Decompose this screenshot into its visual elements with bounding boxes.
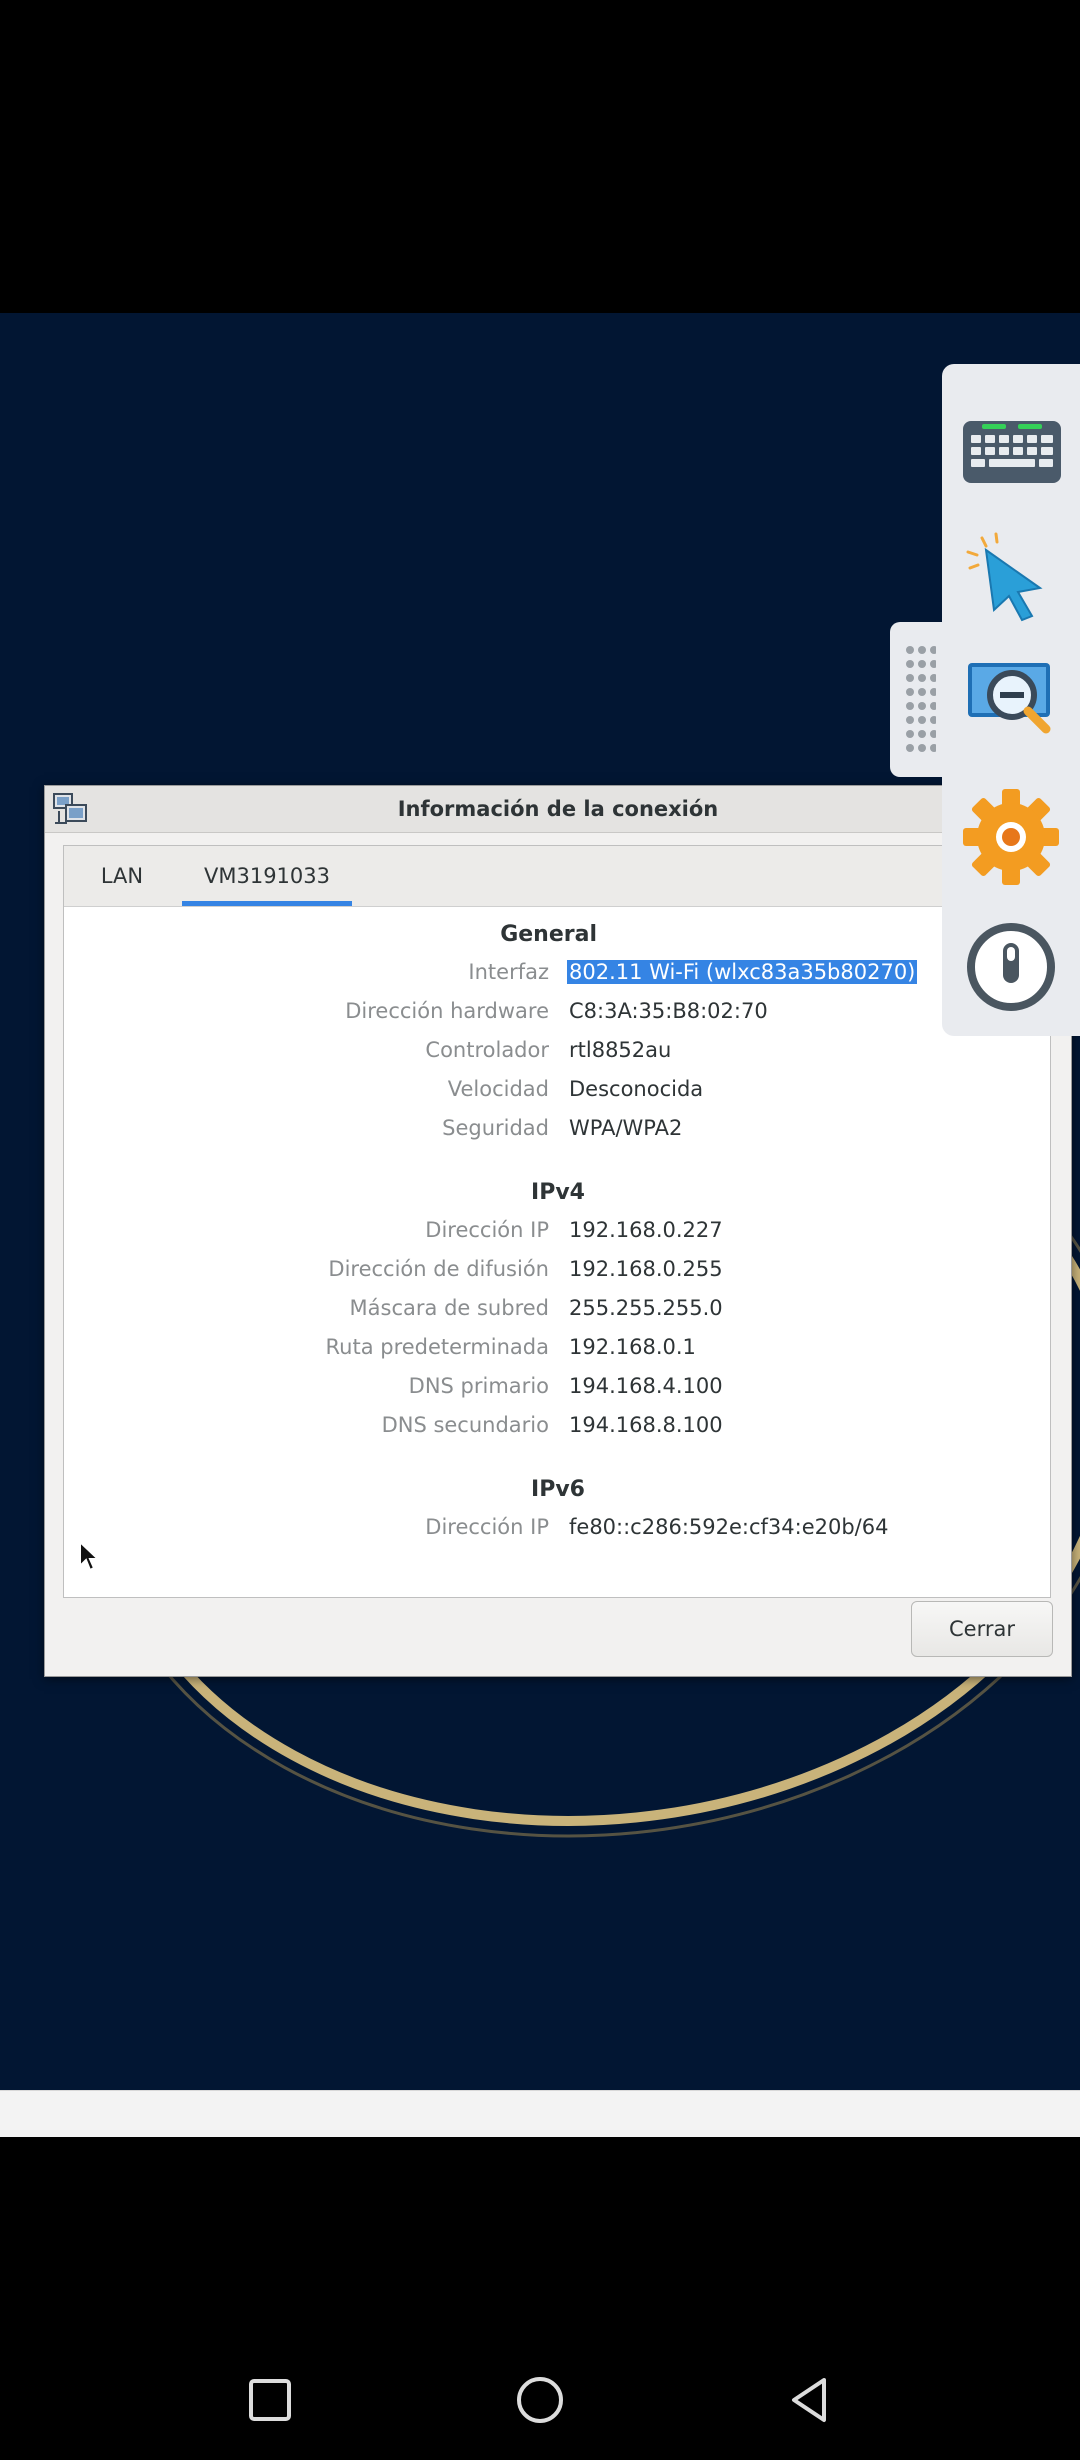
detail-value[interactable]: 194.168.8.100	[569, 1413, 723, 1437]
zoom-out-icon	[968, 663, 1051, 734]
desktop-bottom-strip	[0, 2090, 1080, 2137]
keyboard-button[interactable]	[942, 389, 1080, 509]
detail-row: Dirección IP fe80::c286:592e:cf34:e20b/6…	[64, 1515, 1050, 1551]
detail-value[interactable]: rtl8852au	[569, 1038, 671, 1062]
interface-value[interactable]: 802.11 Wi-Fi (wlxc83a35b80270)	[567, 960, 918, 984]
connection-notebook: LAN VM3191033 General Interfaz 802.11 Wi…	[63, 845, 1051, 1598]
detail-value[interactable]: 255.255.255.0	[569, 1296, 723, 1320]
detail-label: DNS secundario	[381, 1413, 549, 1437]
square-icon	[249, 2379, 291, 2421]
detail-label: DNS primario	[408, 1374, 549, 1398]
settings-gear-icon	[963, 789, 1059, 885]
detail-label: Seguridad	[442, 1116, 549, 1140]
floating-toolbar	[942, 364, 1080, 1036]
settings-button[interactable]	[942, 777, 1080, 897]
detail-label: Ruta predeterminada	[325, 1335, 550, 1359]
detail-row: Ruta predeterminada 192.168.0.1	[64, 1335, 1050, 1371]
detail-label: Dirección IP	[425, 1515, 549, 1539]
detail-row: DNS secundario 194.168.8.100	[64, 1413, 1050, 1449]
detail-value[interactable]: fe80::c286:592e:cf34:e20b/64	[569, 1515, 888, 1539]
dialog-title: Información de la conexión	[397, 797, 719, 821]
detail-value[interactable]: 194.168.4.100	[569, 1374, 723, 1398]
back-button[interactable]	[778, 2368, 842, 2432]
tab-lan[interactable]: LAN	[78, 846, 166, 906]
circle-icon	[517, 2377, 563, 2423]
recent-apps-button[interactable]	[238, 2368, 302, 2432]
detail-label: Dirección IP	[425, 1218, 549, 1242]
disconnect-button[interactable]	[942, 909, 1080, 1029]
tab-vm3191033-label: VM3191033	[203, 864, 330, 888]
detail-label: Controlador	[425, 1038, 549, 1062]
drag-dots-icon	[906, 646, 936, 752]
detail-row: Dirección de difusión 192.168.0.255	[64, 1257, 1050, 1293]
home-button[interactable]	[508, 2368, 572, 2432]
toolbar-drag-handle[interactable]	[890, 622, 950, 777]
connection-info-dialog: Información de la conexión LAN VM3191033…	[44, 785, 1072, 1677]
tab-vm3191033[interactable]: VM3191033	[182, 846, 352, 906]
detail-value[interactable]: Desconocida	[569, 1077, 703, 1101]
detail-row: Seguridad WPA/WPA2	[64, 1116, 1050, 1152]
detail-label: Dirección hardware	[345, 999, 549, 1023]
tab-bar: LAN VM3191033	[64, 846, 1050, 907]
detail-label: Velocidad	[447, 1077, 549, 1101]
detail-row: Interfaz 802.11 Wi-Fi (wlxc83a35b80270)	[64, 960, 1050, 996]
detail-row: Dirección hardware C8:3A:35:B8:02:70	[64, 999, 1050, 1035]
detail-row: DNS primario 194.168.4.100	[64, 1374, 1050, 1410]
mouse-cursor-icon	[79, 1540, 100, 1572]
detail-row: Controlador rtl8852au	[64, 1038, 1050, 1074]
detail-row: Dirección IP 192.168.0.227	[64, 1218, 1050, 1254]
detail-value[interactable]: 192.168.0.227	[569, 1218, 723, 1242]
detail-label: Interfaz	[468, 960, 549, 984]
active-tab-indicator	[182, 901, 352, 906]
close-button[interactable]: Cerrar	[911, 1601, 1053, 1657]
android-navigation-bar	[0, 2340, 1080, 2460]
detail-row: Máscara de subred 255.255.255.0	[64, 1296, 1050, 1332]
pointer-mode-button[interactable]	[942, 510, 1080, 630]
back-triangle-icon	[792, 2378, 826, 2422]
keyboard-icon	[963, 421, 1061, 483]
power-icon	[967, 923, 1055, 1011]
zoom-button[interactable]	[942, 631, 1080, 751]
dialog-titlebar[interactable]: Información de la conexión	[45, 786, 1071, 833]
detail-value[interactable]: C8:3A:35:B8:02:70	[569, 999, 768, 1023]
detail-value[interactable]: 192.168.0.255	[569, 1257, 723, 1281]
pointer-icon	[966, 532, 1043, 622]
detail-value[interactable]: WPA/WPA2	[569, 1116, 682, 1140]
detail-value[interactable]: 192.168.0.1	[569, 1335, 696, 1359]
detail-label: Dirección de difusión	[328, 1257, 549, 1281]
detail-row: Velocidad Desconocida	[64, 1077, 1050, 1113]
detail-label: Máscara de subred	[349, 1296, 549, 1320]
